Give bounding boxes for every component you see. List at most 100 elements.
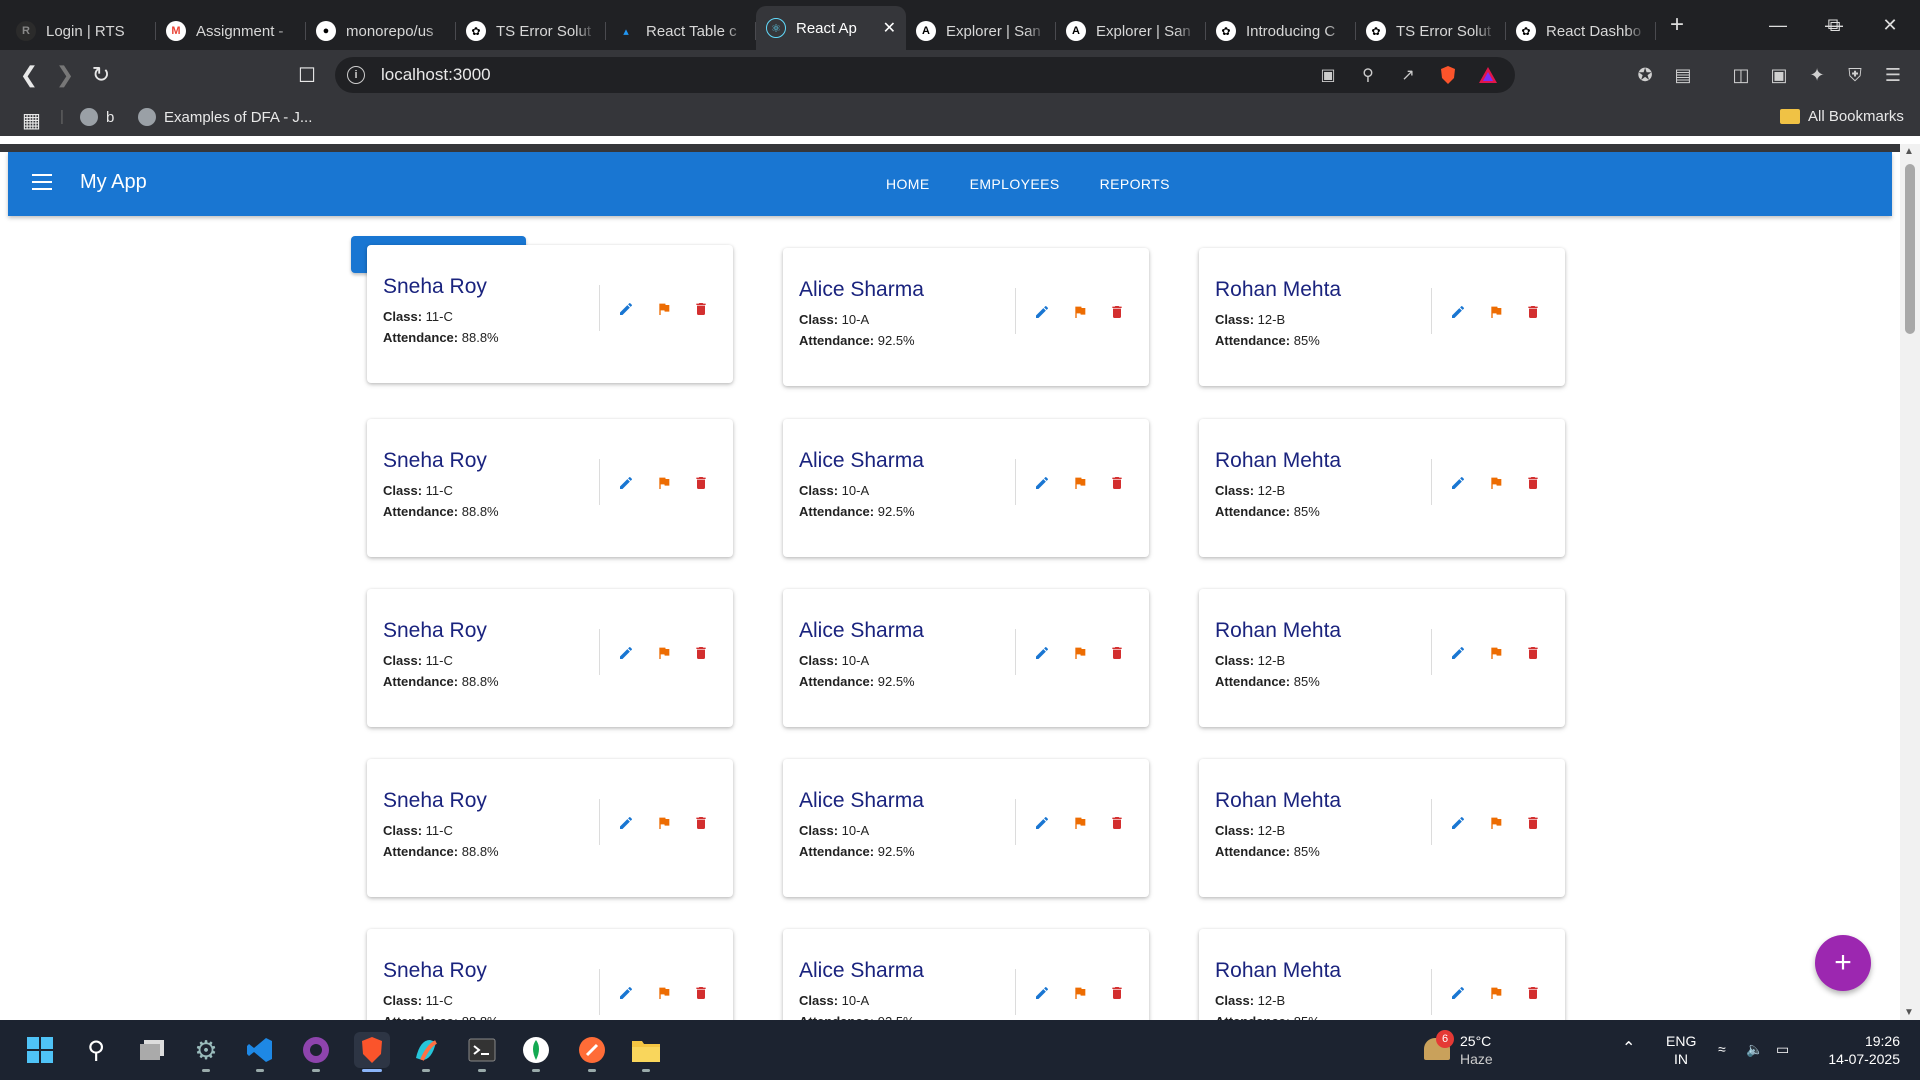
brave-browser-icon[interactable] (354, 1032, 390, 1072)
file-explorer-icon[interactable] (628, 1032, 664, 1072)
flag-icon[interactable] (654, 643, 674, 663)
share-icon[interactable]: ↗ (1397, 65, 1419, 85)
tab-2[interactable]: ● monorepo/us (306, 12, 456, 50)
restore-icon[interactable]: ⧉ (1806, 0, 1862, 50)
terminal-icon[interactable] (464, 1032, 500, 1072)
flag-icon[interactable] (1070, 983, 1090, 1003)
flag-icon[interactable] (654, 983, 674, 1003)
cast-icon[interactable]: ▣ (1317, 65, 1339, 85)
nav-reports[interactable]: REPORTS (1080, 176, 1190, 192)
edit-icon[interactable] (616, 473, 636, 493)
windows-start-icon[interactable] (22, 1032, 58, 1068)
copilot-icon[interactable] (408, 1032, 444, 1072)
nav-employees[interactable]: EMPLOYEES (950, 176, 1080, 192)
add-fab-button[interactable]: + (1815, 935, 1871, 991)
address-bar[interactable]: i localhost:3000 ▣ ⚲ ↗ (335, 57, 1515, 93)
flag-icon[interactable] (1486, 643, 1506, 663)
vpn-icon[interactable]: ⛨ (1844, 64, 1866, 86)
edit-icon[interactable] (1448, 473, 1468, 493)
tab-6[interactable]: A Explorer | San (906, 12, 1056, 50)
hamburger-menu-icon[interactable] (32, 174, 52, 190)
wifi-icon[interactable]: ≈ (1718, 1040, 1726, 1058)
reader-mode-icon[interactable]: ▤ (1672, 64, 1694, 86)
github-desktop-icon[interactable] (298, 1032, 334, 1072)
tab-8[interactable]: ✿ Introducing C (1206, 12, 1356, 50)
tab-5[interactable]: ⚛ React Ap ✕ (756, 6, 906, 50)
edit-icon[interactable] (1032, 473, 1052, 493)
brave-shield-icon[interactable] (1437, 65, 1459, 85)
flag-icon[interactable] (654, 299, 674, 319)
minimize-icon-2[interactable]: — (1750, 0, 1806, 50)
edit-icon[interactable] (1032, 813, 1052, 833)
postman-icon[interactable] (574, 1032, 610, 1072)
tab-9[interactable]: ✿ TS Error Solut (1356, 12, 1506, 50)
edit-icon[interactable] (616, 813, 636, 833)
scroll-up-icon[interactable]: ▲ (1904, 146, 1914, 157)
search-icon[interactable]: ⚲ (78, 1032, 114, 1068)
sidebar-icon[interactable]: ◫ (1730, 64, 1752, 86)
tab-7[interactable]: A Explorer | San (1056, 12, 1206, 50)
tab-0[interactable]: R Login | RTS (6, 12, 156, 50)
flag-icon[interactable] (1486, 983, 1506, 1003)
edit-icon[interactable] (1032, 302, 1052, 322)
edit-icon[interactable] (1448, 643, 1468, 663)
edit-icon[interactable] (616, 983, 636, 1003)
delete-icon[interactable] (1523, 813, 1543, 833)
zoom-icon[interactable]: ⚲ (1357, 65, 1379, 85)
battery-icon[interactable]: ▭ (1776, 1040, 1789, 1058)
delete-icon[interactable] (1107, 643, 1127, 663)
delete-icon[interactable] (691, 983, 711, 1003)
edit-icon[interactable] (616, 643, 636, 663)
tab-1[interactable]: M Assignment - (156, 12, 306, 50)
edit-icon[interactable] (616, 299, 636, 319)
apps-grid-icon[interactable]: ▦ (22, 108, 41, 133)
delete-icon[interactable] (1107, 473, 1127, 493)
flag-icon[interactable] (1070, 302, 1090, 322)
flag-icon[interactable] (1486, 813, 1506, 833)
delete-icon[interactable] (1523, 983, 1543, 1003)
edit-icon[interactable] (1448, 302, 1468, 322)
delete-icon[interactable] (1107, 813, 1127, 833)
edit-icon[interactable] (1032, 983, 1052, 1003)
tab-3[interactable]: ✿ TS Error Solut (456, 12, 606, 50)
leo-ai-icon[interactable]: ✦ (1806, 64, 1828, 86)
wallet-icon[interactable]: ▣ (1768, 64, 1790, 86)
bookmark-icon[interactable]: ☐ (292, 60, 322, 90)
close-window-icon[interactable]: ✕ (1862, 0, 1918, 50)
delete-icon[interactable] (1107, 302, 1127, 322)
flag-icon[interactable] (1486, 473, 1506, 493)
bookmark-item[interactable]: b (80, 108, 114, 126)
delete-icon[interactable] (1523, 643, 1543, 663)
weather-widget[interactable]: 6 25°C Haze (1420, 1028, 1530, 1072)
task-view-icon[interactable] (134, 1032, 170, 1068)
flag-icon[interactable] (1486, 302, 1506, 322)
edit-icon[interactable] (1032, 643, 1052, 663)
site-info-icon[interactable]: i (347, 66, 365, 84)
tab-10[interactable]: ✿ React Dashbo (1506, 12, 1656, 50)
delete-icon[interactable] (691, 473, 711, 493)
close-tab-icon[interactable]: ✕ (883, 18, 896, 38)
flag-icon[interactable] (1070, 643, 1090, 663)
bookmark-item[interactable]: Examples of DFA - J... (138, 108, 312, 126)
delete-icon[interactable] (1523, 302, 1543, 322)
delete-icon[interactable] (691, 813, 711, 833)
vscode-icon[interactable] (242, 1032, 278, 1072)
delete-icon[interactable] (1107, 983, 1127, 1003)
mongodb-compass-icon[interactable] (518, 1032, 554, 1072)
flag-icon[interactable] (654, 473, 674, 493)
settings-gear-icon[interactable]: ⚙ (188, 1032, 224, 1072)
forward-icon[interactable]: ❯ (50, 60, 80, 90)
extensions-icon[interactable]: ✪ (1634, 64, 1656, 86)
nav-home[interactable]: HOME (866, 176, 950, 192)
all-bookmarks-button[interactable]: All Bookmarks (1780, 108, 1904, 125)
edit-icon[interactable] (1448, 983, 1468, 1003)
language-indicator[interactable]: ENG IN (1666, 1032, 1696, 1068)
delete-icon[interactable] (1523, 473, 1543, 493)
volume-muted-icon[interactable]: 🔈 (1746, 1040, 1763, 1058)
clock[interactable]: 19:26 14-07-2025 (1810, 1032, 1900, 1068)
delete-icon[interactable] (691, 299, 711, 319)
flag-icon[interactable] (1070, 473, 1090, 493)
back-icon[interactable]: ❮ (14, 60, 44, 90)
edit-icon[interactable] (1448, 813, 1468, 833)
scroll-down-icon[interactable]: ▼ (1904, 1007, 1914, 1018)
